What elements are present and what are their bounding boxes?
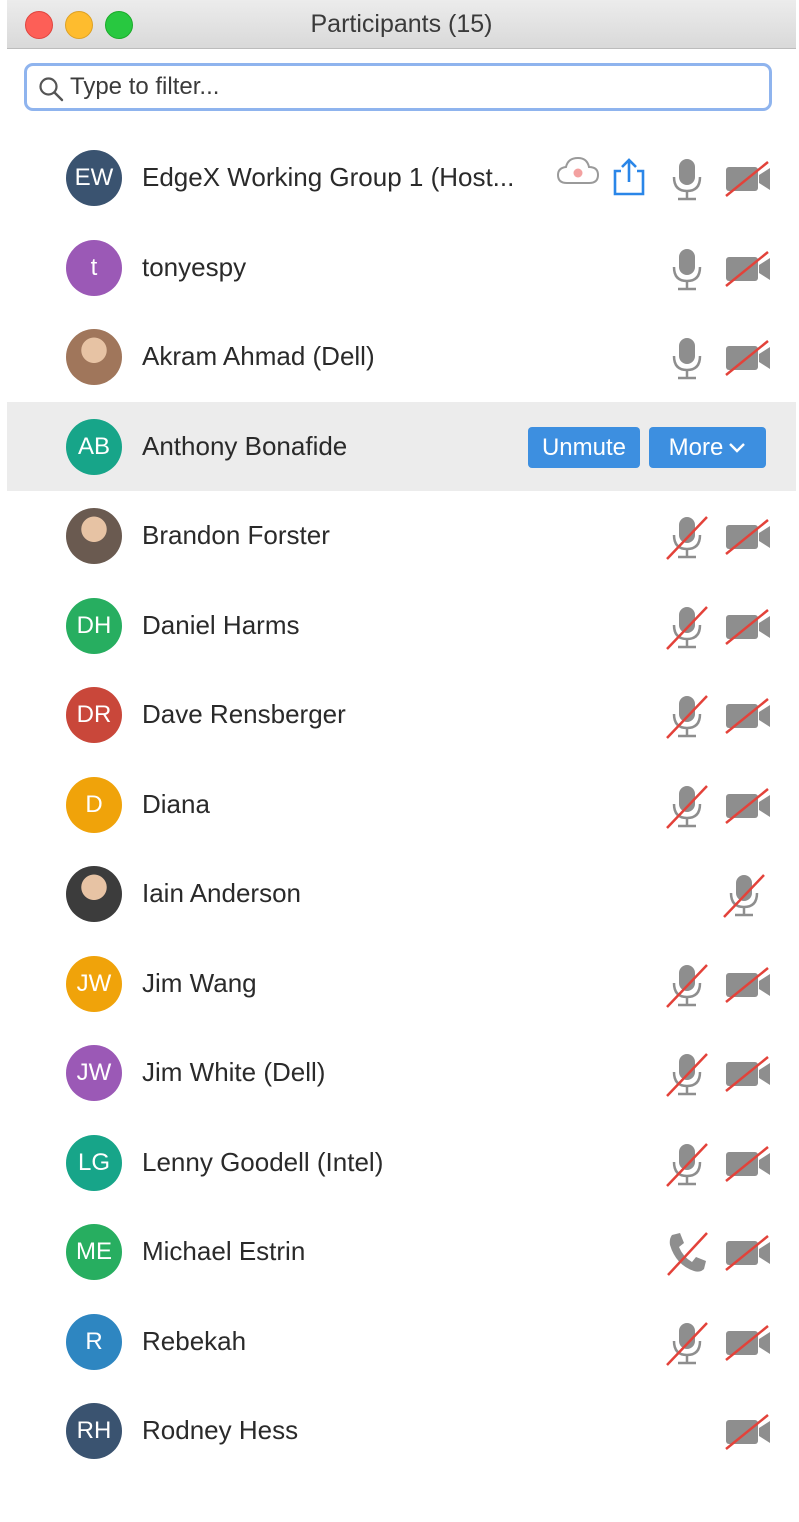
filter-field[interactable] bbox=[24, 63, 772, 111]
avatar: AB bbox=[66, 418, 122, 475]
participant-name: Anthony Bonafide bbox=[142, 430, 348, 461]
microphone-icon[interactable] bbox=[664, 334, 710, 387]
participant-name: EdgeX Working Group 1 (Host... bbox=[142, 162, 515, 192]
title-bar: Participants (15) bbox=[7, 0, 796, 49]
avatar: JW bbox=[66, 1045, 122, 1101]
participant-name: Akram Ahmad (Dell) bbox=[142, 341, 375, 371]
avatar: LG bbox=[66, 1134, 122, 1191]
video-off-icon[interactable] bbox=[724, 519, 772, 560]
avatar: EW bbox=[66, 150, 122, 206]
microphone-muted-icon[interactable] bbox=[664, 603, 710, 656]
participant-name: Daniel Harms bbox=[142, 609, 300, 640]
chevron-down-icon bbox=[729, 442, 746, 453]
participant-row-michael-estrin[interactable]: ME Michael Estrin bbox=[7, 1207, 796, 1297]
participant-name: tonyespy bbox=[142, 251, 247, 282]
window-title: Participants (15) bbox=[310, 10, 493, 38]
participant-name: Rodney Hess bbox=[142, 1415, 299, 1445]
participant-name: Lenny Goodell (Intel) bbox=[142, 1146, 384, 1177]
participant-name: Jim Wang bbox=[142, 967, 257, 998]
video-off-icon[interactable] bbox=[724, 698, 772, 739]
avatar: DH bbox=[66, 597, 122, 654]
participant-row-edgex-working-group-1-host[interactable]: EW EdgeX Working Group 1 (Host... bbox=[7, 133, 796, 223]
video-off-icon[interactable] bbox=[724, 608, 772, 650]
video-off-icon[interactable] bbox=[724, 340, 772, 381]
microphone-muted-icon[interactable] bbox=[664, 513, 710, 566]
microphone-icon[interactable] bbox=[664, 155, 710, 208]
unmute-button[interactable]: Unmute bbox=[528, 426, 640, 468]
video-off-icon[interactable] bbox=[724, 1414, 772, 1455]
participant-name: Michael Estrin bbox=[142, 1236, 306, 1266]
avatar: t bbox=[66, 239, 122, 296]
microphone-muted-icon[interactable] bbox=[664, 961, 710, 1014]
share-screen-icon[interactable] bbox=[611, 157, 647, 202]
participant-row-anthony-bonafide[interactable]: AB Anthony Bonafide Unmute More bbox=[7, 401, 796, 491]
video-off-icon[interactable] bbox=[724, 161, 772, 202]
participant-row-rodney-hess[interactable]: RH Rodney Hess bbox=[7, 1386, 796, 1476]
participant-row-daniel-harms[interactable]: DH Daniel Harms bbox=[7, 581, 796, 671]
participant-row-brandon-forster[interactable]: Brandon Forster bbox=[7, 491, 796, 581]
video-off-icon[interactable] bbox=[724, 1145, 772, 1187]
video-off-icon[interactable] bbox=[724, 966, 772, 1008]
avatar bbox=[66, 866, 122, 922]
participant-row-diana[interactable]: D Diana bbox=[7, 760, 796, 850]
more-label: More bbox=[668, 433, 724, 461]
avatar bbox=[66, 329, 122, 385]
microphone-muted-icon[interactable] bbox=[664, 692, 710, 745]
microphone-muted-icon[interactable] bbox=[664, 1050, 710, 1103]
participant-row-tonyespy[interactable]: t tonyespy bbox=[7, 223, 796, 313]
microphone-muted-icon[interactable] bbox=[664, 782, 710, 835]
filter-input[interactable] bbox=[70, 71, 760, 103]
video-off-icon[interactable] bbox=[724, 787, 772, 829]
participant-row-iain-anderson[interactable]: Iain Anderson bbox=[7, 849, 796, 939]
video-off-icon[interactable] bbox=[724, 1056, 772, 1097]
participant-row-jim-white-dell[interactable]: JW Jim White (Dell) bbox=[7, 1028, 796, 1118]
participant-row-rebekah[interactable]: R Rebekah bbox=[7, 1297, 796, 1387]
avatar bbox=[66, 508, 122, 564]
avatar: JW bbox=[66, 955, 122, 1012]
participant-name: Jim White (Dell) bbox=[142, 1057, 326, 1087]
avatar: DR bbox=[66, 687, 122, 743]
video-off-icon[interactable] bbox=[724, 250, 772, 292]
participant-row-lenny-goodell-intel[interactable]: LG Lenny Goodell (Intel) bbox=[7, 1118, 796, 1208]
phone-muted-icon[interactable] bbox=[664, 1229, 710, 1282]
microphone-muted-icon[interactable] bbox=[664, 1319, 710, 1372]
avatar: RH bbox=[66, 1403, 122, 1459]
search-icon bbox=[39, 77, 64, 102]
cloud-recording-icon[interactable] bbox=[556, 155, 600, 192]
avatar: D bbox=[66, 776, 122, 833]
participant-row-dave-rensberger[interactable]: DR Dave Rensberger bbox=[7, 670, 796, 760]
avatar: ME bbox=[66, 1224, 122, 1280]
video-off-icon[interactable] bbox=[724, 1235, 772, 1276]
participant-name: Rebekah bbox=[142, 1325, 247, 1356]
participant-name: Iain Anderson bbox=[142, 878, 302, 908]
participant-name: Diana bbox=[142, 788, 210, 819]
participant-list: EW EdgeX Working Group 1 (Host... t tonyesp… bbox=[7, 133, 796, 1476]
participant-name: Brandon Forster bbox=[142, 520, 330, 550]
avatar: R bbox=[66, 1313, 122, 1370]
video-off-icon[interactable] bbox=[724, 1324, 772, 1366]
microphone-muted-icon[interactable] bbox=[721, 871, 767, 924]
participant-name: Dave Rensberger bbox=[142, 699, 346, 729]
more-button[interactable]: More bbox=[649, 426, 766, 468]
microphone-icon[interactable] bbox=[664, 245, 710, 298]
microphone-muted-icon[interactable] bbox=[664, 1140, 710, 1193]
participant-row-jim-wang[interactable]: JW Jim Wang bbox=[7, 939, 796, 1029]
participant-row-akram-ahmad-dell[interactable]: Akram Ahmad (Dell) bbox=[7, 312, 796, 402]
